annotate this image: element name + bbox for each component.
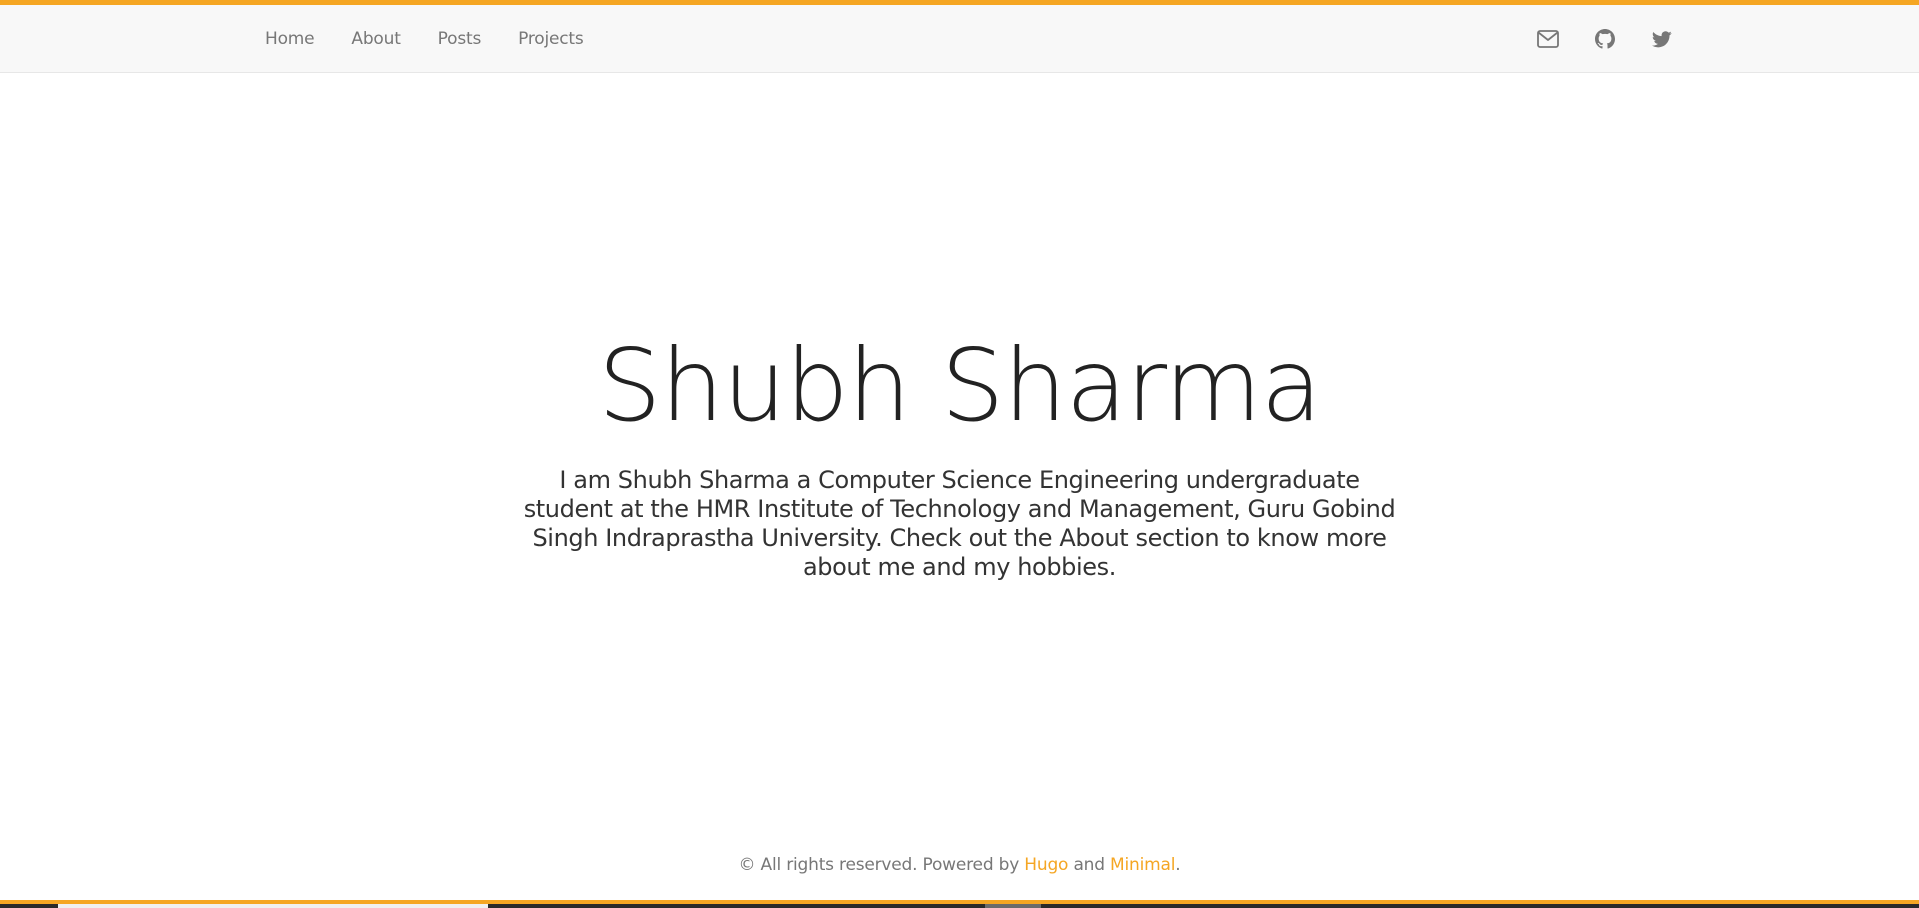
hero-description: I am Shubh Sharma a Computer Science Eng… (523, 466, 1396, 581)
nav-link-about[interactable]: About (351, 29, 400, 49)
footer-prefix: © All rights reserved. Powered by (738, 855, 1025, 875)
nav-links: Home About Posts Projects (265, 5, 621, 73)
footer-suffix: . (1175, 855, 1181, 875)
nav-link-posts[interactable]: Posts (438, 29, 482, 49)
hero-title: Shubh Sharma (597, 327, 1322, 444)
github-icon[interactable] (1593, 27, 1617, 51)
page: Home About Posts Projects Shubh Sharma I… (0, 0, 1919, 908)
mail-icon[interactable] (1536, 27, 1560, 51)
nav-link-projects[interactable]: Projects (518, 29, 584, 49)
footer-middle: and (1068, 855, 1111, 875)
navbar: Home About Posts Projects (0, 5, 1919, 73)
social-icons (1503, 5, 1674, 73)
twitter-icon[interactable] (1650, 27, 1674, 51)
footer-link-hugo[interactable]: Hugo (1024, 855, 1068, 875)
footer-link-minimal[interactable]: Minimal (1110, 855, 1175, 875)
bottom-strip (0, 904, 1919, 908)
hero: Shubh Sharma I am Shubh Sharma a Compute… (0, 330, 1919, 582)
bottom-strip-segment (58, 904, 488, 908)
footer: © All rights reserved. Powered by Hugo a… (0, 855, 1919, 875)
bottom-strip-segment (985, 904, 1041, 908)
nav-link-home[interactable]: Home (265, 29, 315, 49)
